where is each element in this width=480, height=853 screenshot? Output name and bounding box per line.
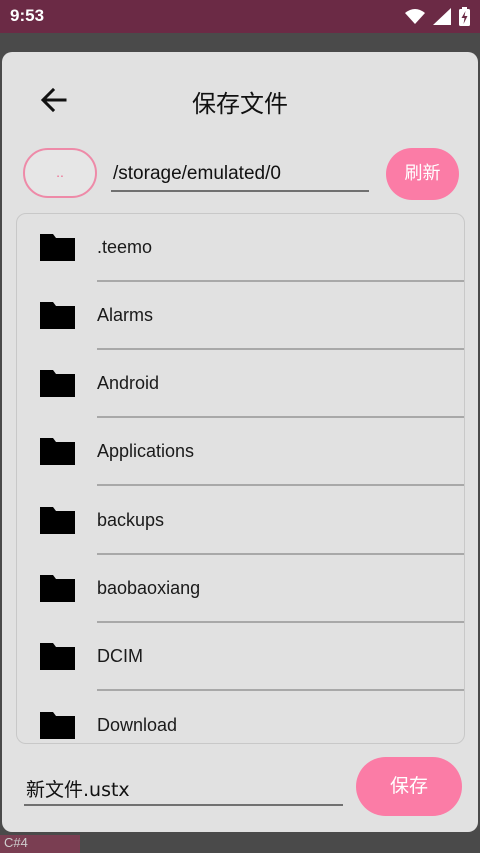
refresh-button[interactable]: 刷新	[386, 148, 459, 200]
filename-input[interactable]	[24, 772, 343, 806]
folder-name: backups	[97, 510, 165, 530]
list-item[interactable]: Alarms	[17, 282, 464, 350]
list-item[interactable]: Applications	[17, 418, 464, 486]
list-item[interactable]: baobaoxiang	[17, 555, 464, 623]
folder-name: Applications	[97, 441, 195, 461]
folder-icon	[40, 507, 75, 534]
list-item[interactable]: backups	[17, 487, 464, 555]
folder-name: DCIM	[97, 646, 143, 666]
parent-directory-button[interactable]: ..	[23, 148, 97, 198]
status-icons	[405, 7, 470, 26]
folder-name: Android	[97, 373, 160, 393]
row-divider	[97, 689, 464, 691]
list-item[interactable]: Download	[17, 692, 464, 743]
row-divider	[97, 484, 464, 486]
list-item[interactable]: Android	[17, 350, 464, 418]
list-item[interactable]: .teemo	[17, 214, 464, 282]
folder-icon	[40, 575, 75, 602]
dialog-title: 保存文件	[192, 90, 288, 118]
signal-icon	[433, 8, 451, 25]
folder-name: Download	[97, 715, 178, 735]
folder-name: .teemo	[97, 237, 153, 257]
folder-icon	[40, 438, 75, 465]
wifi-icon	[405, 8, 425, 24]
list-item[interactable]: DCIM	[17, 623, 464, 691]
status-time: 9:53	[10, 6, 45, 25]
folder-icon	[40, 712, 75, 739]
folder-icon	[40, 234, 75, 261]
folder-icon	[40, 643, 75, 670]
path-input[interactable]	[111, 158, 369, 192]
status-bar: 9:53	[0, 0, 480, 33]
folder-icon	[40, 370, 75, 397]
folder-icon	[40, 302, 75, 329]
background-note-tag: C#4	[0, 835, 80, 853]
save-button[interactable]: 保存	[356, 757, 462, 816]
battery-charging-icon	[459, 7, 470, 26]
folder-name: Alarms	[97, 305, 154, 325]
folder-name: baobaoxiang	[97, 578, 201, 598]
folder-list[interactable]: .teemo Alarms Android Applications backu…	[16, 213, 465, 744]
